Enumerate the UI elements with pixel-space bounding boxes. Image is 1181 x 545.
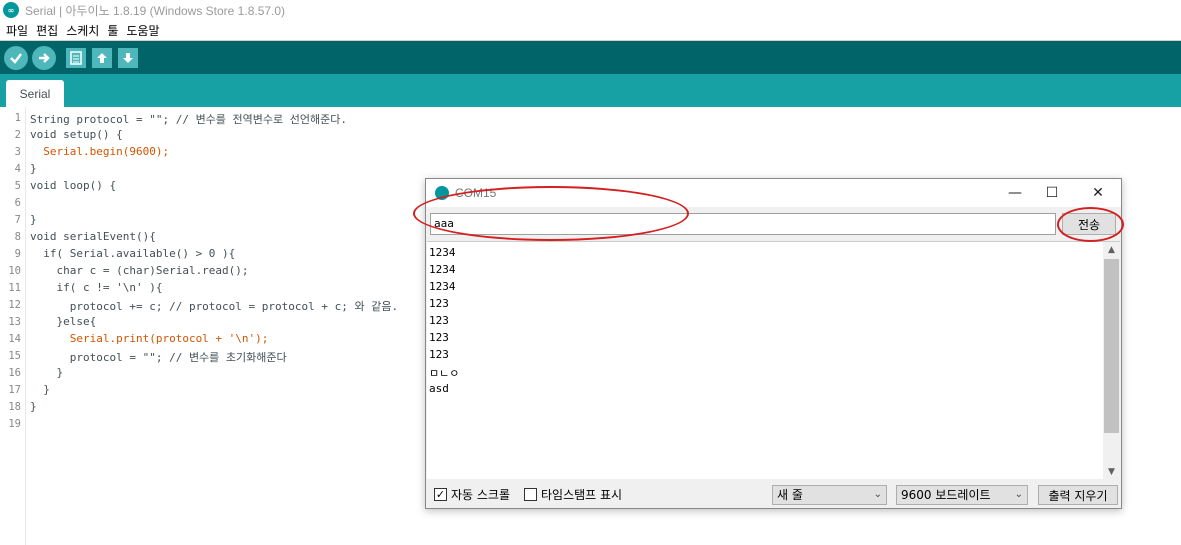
baud-rate-value: 9600 보드레이트 xyxy=(901,488,991,502)
code-line: } xyxy=(30,162,37,175)
code-line: void setup() { xyxy=(30,128,123,141)
tab-serial[interactable]: Serial xyxy=(6,80,64,107)
code-line: } xyxy=(30,400,37,413)
timestamp-label: 타임스탬프 표시 xyxy=(541,488,623,502)
code-line: void serialEvent(){ xyxy=(30,230,156,243)
output-line: 1234 xyxy=(429,246,456,259)
window-title: Serial | 아두이노 1.8.19 (Windows Store 1.8.… xyxy=(25,3,286,18)
code-line: if( c != '\n' ){ xyxy=(30,281,163,294)
serial-output-area[interactable]: 1234 1234 1234 123 123 123 123 ㅁㄴㅇ asd ▲… xyxy=(427,241,1120,480)
line-number: 4 xyxy=(14,163,21,175)
clear-output-button[interactable]: 출력 지우기 xyxy=(1038,485,1118,505)
output-line: asd xyxy=(429,382,449,395)
output-line: 123 xyxy=(429,348,449,361)
new-icon xyxy=(70,50,82,65)
code-line: }else{ xyxy=(30,315,97,328)
save-button[interactable] xyxy=(118,47,138,68)
scroll-down-icon[interactable]: ▼ xyxy=(1105,465,1118,479)
open-button[interactable] xyxy=(92,47,112,68)
line-number: 19 xyxy=(8,418,21,430)
code-line: Serial.print(protocol + '\n'); xyxy=(30,332,269,345)
menu-bar: 파일 편집 스케치 툴 도움말 xyxy=(0,20,1181,41)
output-line: 1234 xyxy=(429,280,456,293)
line-number: 15 xyxy=(8,350,21,362)
scroll-up-icon[interactable]: ▲ xyxy=(1105,243,1118,257)
baud-rate-select[interactable]: 9600 보드레이트 ⌄ xyxy=(896,485,1028,505)
chevron-down-icon: ⌄ xyxy=(1014,489,1023,500)
autoscroll-label: 자동 스크롤 xyxy=(451,488,511,502)
line-number: 13 xyxy=(8,316,21,328)
chevron-down-icon: ⌄ xyxy=(873,489,882,500)
menu-help[interactable]: 도움말 xyxy=(126,22,159,39)
code-line: } xyxy=(30,383,50,396)
toolbar xyxy=(0,41,1181,74)
line-number: 1 xyxy=(14,112,21,124)
new-button[interactable] xyxy=(66,47,86,68)
code-line: } xyxy=(30,213,37,226)
serial-monitor-footer: ✓ 자동 스크롤 타임스탬프 표시 새 줄 ⌄ 9600 보드레이트 ⌄ 출력 … xyxy=(426,481,1121,508)
code-line: protocol = ""; // 변수를 초기화해준다 xyxy=(30,351,287,364)
line-ending-select[interactable]: 새 줄 ⌄ xyxy=(772,485,887,505)
close-button[interactable]: ✕ xyxy=(1086,183,1110,203)
timestamp-checkbox[interactable] xyxy=(524,488,537,501)
output-line: 123 xyxy=(429,331,449,344)
line-number: 14 xyxy=(8,333,21,345)
scrollbar-thumb[interactable] xyxy=(1104,259,1119,433)
menu-file[interactable]: 파일 xyxy=(6,22,28,39)
title-bar: ∞ Serial | 아두이노 1.8.19 (Windows Store 1.… xyxy=(0,0,1181,20)
tab-bar: Serial xyxy=(0,74,1181,107)
line-ending-value: 새 줄 xyxy=(777,488,803,502)
code-line: Serial.begin(9600); xyxy=(30,145,170,158)
line-number: 5 xyxy=(14,180,21,192)
line-number: 11 xyxy=(8,282,21,294)
output-line: 123 xyxy=(429,314,449,327)
code-line: protocol += c; // protocol = protocol + … xyxy=(30,300,399,313)
annotation-circle-input xyxy=(413,186,689,241)
code-line: char c = (char)Serial.read(); xyxy=(30,264,249,277)
minimize-button[interactable]: — xyxy=(1003,183,1027,203)
vertical-scrollbar[interactable]: ▲ ▼ xyxy=(1103,242,1120,480)
maximize-button[interactable]: ☐ xyxy=(1040,183,1064,203)
save-icon xyxy=(123,52,133,63)
line-number: 17 xyxy=(8,384,21,396)
open-icon xyxy=(97,52,107,63)
arduino-logo-icon: ∞ xyxy=(3,2,19,18)
line-number: 8 xyxy=(14,231,21,243)
line-number: 16 xyxy=(8,367,21,379)
menu-tools[interactable]: 툴 xyxy=(107,22,118,39)
line-number: 9 xyxy=(14,248,21,260)
code-line: String protocol = ""; // 변수를 전역변수로 선언해준다… xyxy=(30,113,347,126)
output-line: ㅁㄴㅇ xyxy=(429,367,460,380)
code-line: if( Serial.available() > 0 ){ xyxy=(30,247,236,260)
line-number: 10 xyxy=(8,265,21,277)
line-number: 6 xyxy=(14,197,21,209)
autoscroll-checkbox[interactable]: ✓ xyxy=(434,488,447,501)
annotation-circle-send xyxy=(1057,207,1124,242)
line-number-gutter: 1 2 3 4 5 6 7 8 9 10 11 12 13 14 15 16 1… xyxy=(0,107,26,545)
code-line: void loop() { xyxy=(30,179,117,192)
line-number: 2 xyxy=(14,129,21,141)
line-number: 7 xyxy=(14,214,21,226)
line-number: 3 xyxy=(14,146,21,158)
code-line: } xyxy=(30,366,64,379)
upload-button[interactable] xyxy=(32,45,56,70)
upload-icon xyxy=(39,52,50,63)
line-number: 12 xyxy=(8,299,21,311)
verify-icon xyxy=(10,52,22,64)
output-line: 123 xyxy=(429,297,449,310)
output-line: 1234 xyxy=(429,263,456,276)
menu-sketch[interactable]: 스케치 xyxy=(66,22,99,39)
verify-button[interactable] xyxy=(4,45,28,70)
menu-edit[interactable]: 편집 xyxy=(36,22,58,39)
line-number: 18 xyxy=(8,401,21,413)
